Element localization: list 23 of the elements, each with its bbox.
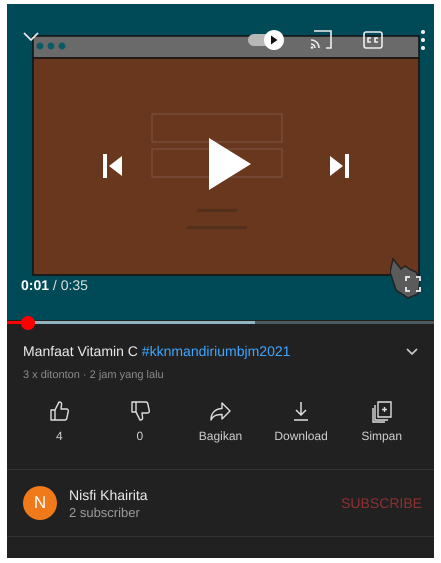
previous-icon[interactable] xyxy=(103,154,123,178)
playback-time: 0:01 / 0:35 xyxy=(21,277,88,293)
more-options-icon[interactable] xyxy=(420,29,426,51)
next-icon[interactable] xyxy=(329,154,349,178)
dislike-button[interactable]: 0 xyxy=(104,399,176,451)
play-icon[interactable] xyxy=(207,136,253,192)
channel-name[interactable]: Nisfi Khairita xyxy=(69,486,338,502)
video-meta: 3 x ditonton · 2 jam yang lalu xyxy=(22,368,165,381)
save-button[interactable]: Simpan xyxy=(346,399,418,451)
download-button[interactable]: Download xyxy=(265,399,338,451)
subscriber-count: 2 subscriber xyxy=(69,504,141,520)
captions-icon[interactable] xyxy=(363,31,383,49)
share-button[interactable]: Bagikan xyxy=(184,399,256,451)
fullscreen-icon[interactable] xyxy=(405,276,421,292)
expand-chevron-icon[interactable] xyxy=(406,348,418,356)
like-button[interactable]: 4 xyxy=(23,399,96,451)
collapse-chevron-icon[interactable] xyxy=(23,32,39,42)
video-title: Manfaat Vitamin C #kknmandiriumbjm2021 xyxy=(23,343,290,359)
cast-icon[interactable] xyxy=(310,30,332,50)
autoplay-toggle[interactable] xyxy=(247,29,285,51)
hashtag-link[interactable]: #kknmandiriumbjm2021 xyxy=(142,343,290,359)
add-to-playlist-icon xyxy=(370,399,394,423)
progress-thumb[interactable] xyxy=(21,316,36,330)
